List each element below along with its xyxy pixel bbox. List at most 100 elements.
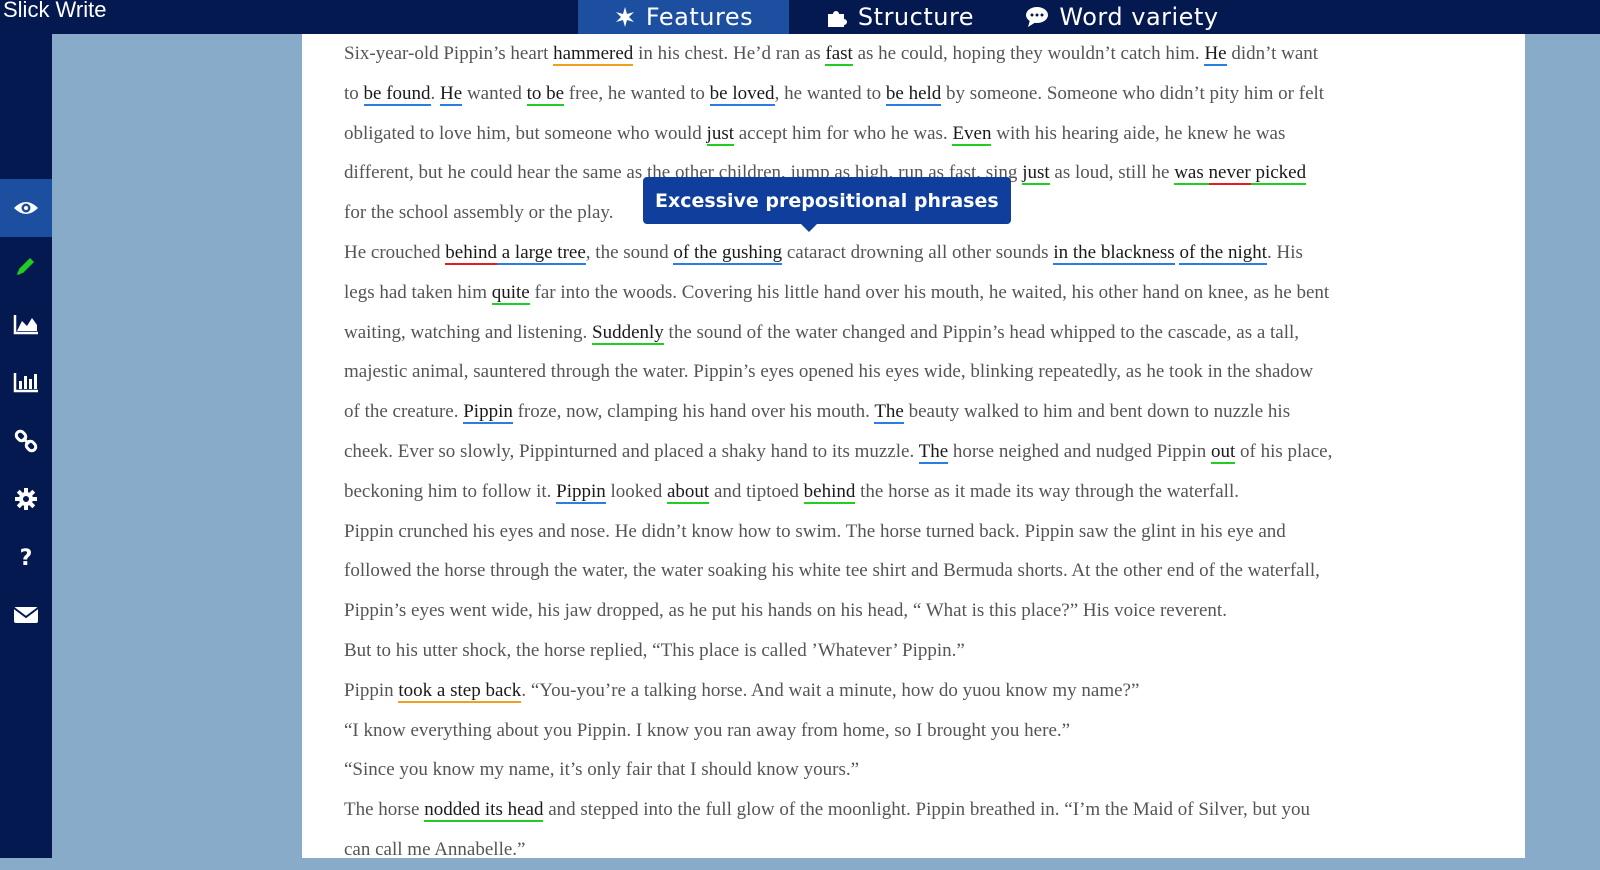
bar-chart-icon [13,373,38,393]
highlight-blue[interactable]: The [874,401,904,425]
tab-features[interactable]: Features [578,0,789,34]
tab-word-variety[interactable]: Word variety [1011,0,1233,34]
text-line: Pippin’s eyes went wide, his jaw dropped… [344,591,1494,631]
highlight-green[interactable]: out [1210,440,1236,464]
text-segment: But to his utter shock, the horse replie… [344,639,965,661]
highlight-blue[interactable]: He [1204,43,1227,66]
text-segment: and tiptoed [709,480,804,502]
highlight-blue[interactable]: be held [885,82,942,106]
text-segment: the horse as it made its way through the… [855,480,1239,502]
svg-text:?: ? [20,546,33,569]
sidebar-item-bar-chart[interactable] [0,353,52,411]
highlight-green[interactable]: picked [1250,162,1307,186]
highlight-blue[interactable]: Pippin [556,480,606,504]
text-segment: accept him for who he was. [734,122,953,144]
text-segment: of his place, [1235,440,1333,462]
sidebar-item-help[interactable]: ? [0,528,52,586]
highlight-blue[interactable]: The [918,440,949,464]
text-segment: in his chest. He’d ran as [633,43,826,64]
text-line: Six-year-old Pippin’s heart hammered in … [344,34,1494,74]
highlight-red[interactable]: never [1208,162,1251,186]
highlight-orange[interactable]: hammered [553,43,634,66]
text-line: The horse nodded its head and stepped in… [344,790,1494,830]
sidebar-item-settings[interactable] [0,470,52,528]
text-line: waiting, watching and listening. Suddenl… [344,313,1494,353]
highlight-green[interactable]: was [1174,162,1209,186]
text-line: majestic animal, sauntered through the w… [344,352,1494,392]
text-segment: The horse [344,799,425,821]
highlight-blue[interactable]: He [440,82,463,106]
highlight-blue[interactable]: Pippin [463,401,513,425]
top-bar: Slick Write Features Structure Word vari… [0,0,1600,34]
sidebar-item-area-chart[interactable] [0,295,52,353]
text-segment: for the school assembly or the play. [344,202,614,224]
highlight-green[interactable]: quite [491,281,530,305]
speech-bubble-icon [1026,7,1049,27]
text-segment: beckoning him to follow it. [344,480,557,502]
area-chart-icon [13,315,38,335]
highlight-green[interactable]: about [667,480,710,504]
highlight-blue[interactable]: be loved [709,82,775,106]
text-segment: waiting, watching and listening. [344,321,593,343]
highlight-green[interactable]: behind [803,480,856,504]
highlight-blue[interactable]: in the blackness [1053,241,1175,265]
text-segment: as loud, still he [1049,162,1175,184]
highlight-green[interactable]: Even [952,122,992,146]
text-line: can call me Annabelle.” [344,830,1494,870]
text-segment: majestic animal, sauntered through the w… [344,361,1314,383]
highlight-blue[interactable]: of the night [1179,241,1268,265]
document-panel[interactable]: Six-year-old Pippin’s heart hammered in … [302,34,1525,860]
sidebar-item-view[interactable] [0,179,52,237]
text-segment: . [430,82,441,104]
text-segment: looked [605,480,667,502]
text-segment: to [344,82,364,104]
text-segment: Pippin’s eyes went wide, his jaw dropped… [344,600,1227,622]
highlight-green[interactable]: nodded its head [424,799,544,823]
tab-bar: Features Structure Word variety [578,0,1233,34]
envelope-icon [13,607,39,623]
text-segment: with his hearing aide, he knew he was [991,122,1286,144]
text-line: legs had taken him quite far into the wo… [344,273,1494,313]
gear-icon [15,488,37,510]
question-icon: ? [20,546,33,569]
document-text[interactable]: Six-year-old Pippin’s heart hammered in … [344,34,1494,870]
highlight-red[interactable]: behind [445,241,497,265]
tab-structure[interactable]: Structure [789,0,1011,34]
sidebar-item-edit[interactable] [0,237,52,295]
text-segment: obligated to love him, but someone who w… [344,122,707,144]
highlight-blue[interactable]: of the gushing [673,241,783,265]
text-line: to be found. He wanted to be free, he wa… [344,74,1494,114]
highlight-green[interactable]: just [706,122,734,146]
highlight-green[interactable]: fast [825,43,853,66]
sidebar-item-contact[interactable] [0,586,52,644]
text-segment: followed the horse through the water, th… [344,560,1320,582]
text-segment: , the sound [585,241,674,263]
text-segment: “I know everything about you Pippin. I k… [344,719,1071,741]
highlight-green[interactable]: just [1022,162,1050,186]
puzzle-star-icon [615,7,634,27]
text-line: cheek. Ever so slowly, Pippinturned and … [344,432,1494,472]
text-line: Pippin crunched his eyes and nose. He di… [344,512,1494,552]
text-segment: He crouched [344,241,446,263]
text-segment: cataract drowning all other sounds [782,241,1054,263]
text-segment: horse neighed and nudged Pippin [948,440,1211,462]
text-segment: as he could, hoping they wouldn’t catch … [852,43,1205,64]
text-segment: legs had taken him [344,281,492,303]
highlight-blue[interactable]: be found [363,82,431,106]
text-line: obligated to love him, but someone who w… [344,114,1494,154]
highlight-orange[interactable]: took a step back [398,679,522,703]
sidebar-item-link[interactable] [0,412,52,470]
puzzle-icon [827,11,847,27]
feature-tooltip: Excessive prepositional phrases [643,177,1011,232]
text-line: But to his utter shock, the horse replie… [344,631,1494,671]
highlight-blue[interactable]: a large tree [497,241,586,265]
eye-icon [14,202,38,214]
app-title: Slick Write [3,0,107,22]
text-segment: beauty walked to him and bent down to nu… [903,401,1291,423]
text-line: Pippin took a step back. “You-you’re a t… [344,671,1494,711]
highlight-green[interactable]: to be [526,82,565,106]
highlight-green[interactable]: Suddenly [592,321,664,345]
tab-structure-label: Structure [857,3,975,31]
text-segment: Pippin [344,679,399,701]
tab-word-variety-label: Word variety [1059,3,1219,31]
